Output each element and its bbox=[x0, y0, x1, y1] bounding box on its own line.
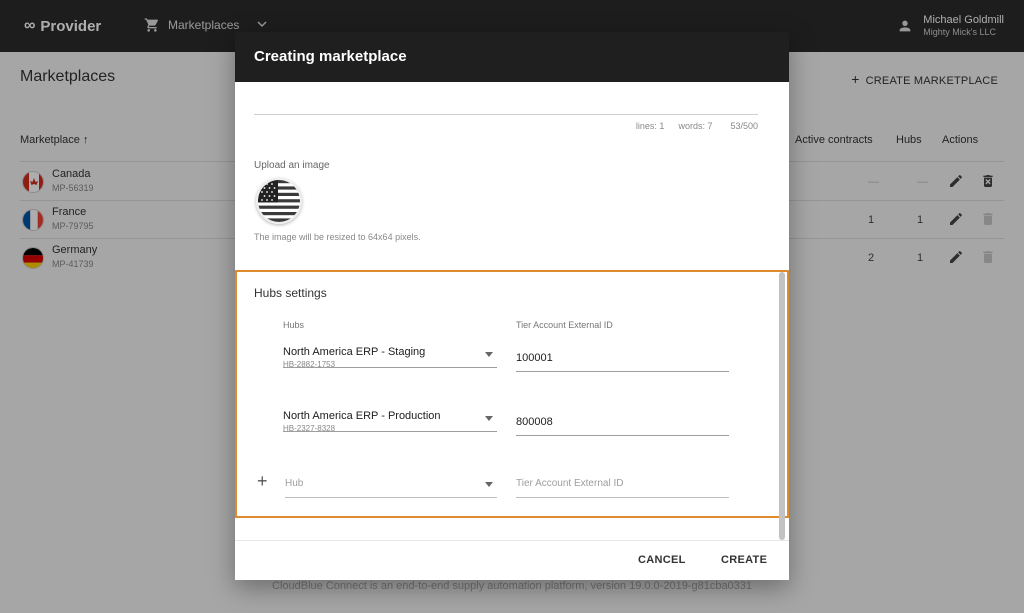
dropdown-arrow-icon[interactable] bbox=[485, 352, 493, 357]
hub-select[interactable]: North America ERP - Staging HB-2882-1753 bbox=[283, 346, 497, 369]
dialog-scrollbar[interactable] bbox=[779, 272, 785, 540]
dialog-footer: CANCEL CREATE bbox=[235, 540, 789, 580]
description-field-underline[interactable] bbox=[254, 114, 758, 115]
dialog-header: Creating marketplace bbox=[235, 32, 789, 82]
external-id-column-label: Tier Account External ID bbox=[516, 320, 613, 330]
hubs-column-label: Hubs bbox=[283, 320, 305, 330]
external-id-input[interactable]: 800008 bbox=[516, 414, 729, 436]
create-button[interactable]: CREATE bbox=[721, 554, 767, 566]
add-hub-plus-icon[interactable]: + bbox=[257, 472, 268, 490]
description-stats: lines: 1 words: 7 53/500 bbox=[636, 121, 758, 131]
upload-hint: The image will be resized to 64x64 pixel… bbox=[254, 232, 421, 242]
cancel-button[interactable]: CANCEL bbox=[638, 554, 686, 566]
dropdown-arrow-icon[interactable] bbox=[485, 416, 493, 421]
usa-flag-icon[interactable] bbox=[256, 178, 302, 224]
dialog-title: Creating marketplace bbox=[254, 48, 407, 65]
hubs-settings-section: Hubs settings Hubs Tier Account External… bbox=[235, 270, 789, 518]
new-external-id-input[interactable]: Tier Account External ID bbox=[516, 476, 729, 498]
create-marketplace-dialog: Creating marketplace lines: 1 words: 7 5… bbox=[235, 32, 789, 580]
external-id-input[interactable]: 100001 bbox=[516, 350, 729, 372]
upload-label: Upload an image bbox=[254, 160, 330, 171]
char-count: 53/500 bbox=[730, 121, 758, 131]
lines-count: lines: 1 bbox=[635, 121, 665, 131]
hub-select[interactable]: North America ERP - Production HB-2327-8… bbox=[283, 410, 497, 433]
new-hub-select[interactable]: Hub bbox=[285, 476, 497, 498]
dropdown-arrow-icon[interactable] bbox=[485, 482, 493, 487]
dialog-body[interactable]: lines: 1 words: 7 53/500 Upload an image bbox=[235, 82, 789, 540]
words-count: words: 7 bbox=[678, 121, 713, 131]
hubs-settings-title: Hubs settings bbox=[254, 286, 327, 300]
